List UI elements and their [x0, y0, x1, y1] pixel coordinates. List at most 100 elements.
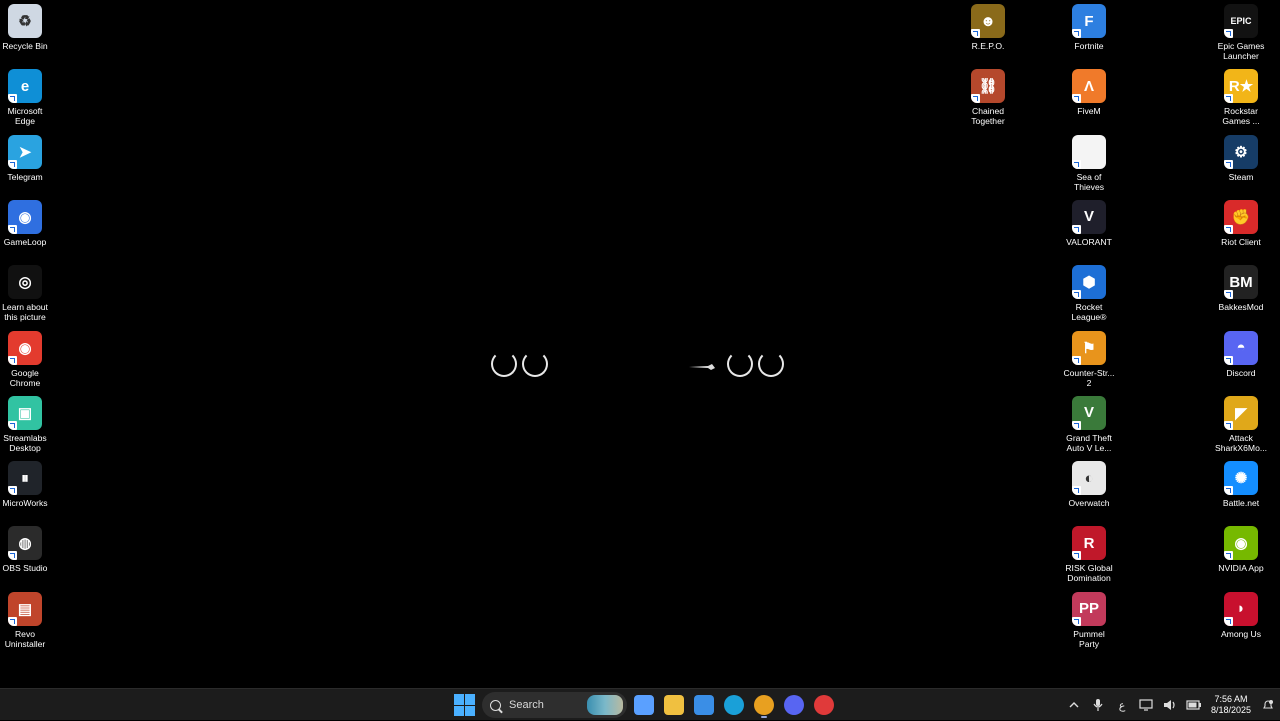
taskbar-app-button[interactable] [781, 692, 807, 718]
edge-icon: e [8, 69, 42, 104]
counter-strike-icon: ⚑ [1072, 330, 1106, 365]
pummel-party-icon: PP [1072, 591, 1106, 626]
recycle-bin-icon: ♻ [8, 4, 42, 38]
rocket-league-icon: ⬢ [1072, 265, 1106, 300]
desktop-icon-label: Microsoft Edge [7, 106, 43, 127]
battlenet-icon: ✺ [1224, 461, 1258, 496]
desktop-icon-label: Streamlabs Desktop [3, 432, 47, 453]
copilot-icon [634, 695, 654, 715]
desktop-icon[interactable]: ➤ Telegram [0, 134, 60, 182]
desktop-icon[interactable]: ☻ R.E.P.O. [953, 4, 1023, 51]
language-indicator[interactable]: ع [1110, 689, 1134, 721]
clock-date: 8/18/2025 [1210, 705, 1252, 715]
file-icon [1072, 134, 1106, 169]
desktop-icon[interactable]: ▤ Revo Uninstaller [0, 591, 60, 649]
discord-icon: ◓ [1224, 330, 1258, 365]
desktop-icon[interactable]: ♻ Recycle Bin [0, 4, 60, 51]
taskbar-app-button[interactable] [691, 692, 717, 718]
desktop-icon-label: Sea of Thieves [1073, 171, 1105, 192]
discord-icon [784, 695, 804, 715]
desktop-icon[interactable]: ◉ NVIDIA App [1206, 526, 1276, 573]
microsoft-store-icon [694, 695, 714, 715]
microphone-icon[interactable] [1086, 689, 1110, 721]
desktop-icon[interactable]: ⬢ Rocket League® [1054, 265, 1124, 322]
desktop-icon[interactable]: F Fortnite [1054, 4, 1124, 51]
shortcut-arrow-icon [1072, 486, 1081, 496]
desktop-icon[interactable]: ◤ Attack SharkX6Mo... [1206, 395, 1276, 453]
desktop-icon[interactable]: BM BakkesMod [1206, 265, 1276, 312]
volume-icon[interactable] [1158, 689, 1182, 721]
desktop-icon[interactable]: V VALORANT [1054, 199, 1124, 247]
search-highlight-icon [587, 695, 623, 715]
desktop-icon[interactable]: ◉ GameLoop [0, 199, 60, 247]
desktop-icon[interactable]: R★ Rockstar Games ... [1206, 69, 1276, 126]
shortcut-arrow-icon [971, 94, 980, 104]
desktop-icon[interactable]: ◐ Overwatch [1054, 461, 1124, 508]
desktop-icon[interactable]: ◉ Google Chrome [0, 330, 60, 388]
search-box[interactable]: Search [482, 692, 627, 718]
desktop-icon[interactable]: PP Pummel Party [1054, 591, 1124, 649]
desktop-icon[interactable]: ◎ Learn about this picture [0, 265, 60, 322]
desktop-icon-label: Pummel Party [1073, 628, 1105, 649]
epic-games-icon: EPIC [1224, 4, 1258, 38]
fortnite-icon: F [1072, 4, 1106, 38]
bakkesmod-icon: BM [1224, 265, 1258, 300]
notification-bell-icon[interactable] [1256, 689, 1280, 721]
desktop-icon[interactable]: ▣ Streamlabs Desktop [0, 395, 60, 453]
chevron-up-icon[interactable] [1062, 689, 1086, 721]
desktop-icon[interactable]: e Microsoft Edge [0, 69, 60, 126]
risk-icon: R [1072, 526, 1106, 561]
desktop-icon-label: Rockstar Games ... [1222, 106, 1260, 127]
desktop-icon-label: R.E.P.O. [971, 41, 1005, 51]
shortcut-arrow-icon [1072, 94, 1081, 104]
desktop-icon-label: Chained Together [971, 106, 1005, 127]
desktop-icon-label: Discord [1226, 367, 1256, 378]
obs-icon: ◍ [8, 526, 42, 561]
taskbar-app-button[interactable] [661, 692, 687, 718]
desktop-icon[interactable]: ◍ OBS Studio [0, 526, 60, 573]
desktop-icon[interactable]: ⛓ Chained Together [953, 69, 1023, 126]
taskbar-app-button[interactable] [631, 692, 657, 718]
desktop-icon[interactable]: ⏸ MicroWorks [0, 461, 60, 508]
shortcut-arrow-icon [1072, 159, 1081, 169]
desktop-icon[interactable]: ✺ Battle.net [1206, 461, 1276, 508]
shortcut-arrow-icon [1072, 355, 1081, 365]
battery-icon[interactable] [1182, 689, 1206, 721]
clock[interactable]: 7:56 AM 8/18/2025 [1206, 694, 1256, 716]
desktop-icon[interactable]: R RISK Global Domination [1054, 526, 1124, 583]
desktop-icon[interactable]: ✊ Riot Client [1206, 199, 1276, 247]
fivem-icon: Λ [1072, 69, 1106, 104]
taskbar-app-button[interactable] [811, 692, 837, 718]
desktop-icon[interactable]: ⚙ Steam [1206, 134, 1276, 182]
desktop-icon[interactable]: ◗ Among Us [1206, 591, 1276, 639]
desktop-icon[interactable]: Λ FiveM [1054, 69, 1124, 116]
desktop-icon-label: VALORANT [1066, 236, 1112, 247]
shortcut-arrow-icon [8, 159, 17, 169]
desktop-icon[interactable]: EPIC Epic Games Launcher [1206, 4, 1276, 61]
desktop-icon[interactable]: Sea of Thieves [1054, 134, 1124, 192]
taskbar-apps: Search [452, 692, 837, 718]
desktop-icon[interactable]: ◓ Discord [1206, 330, 1276, 378]
loading-ring-icon [727, 351, 753, 377]
system-tray: ع 7:56 AM 8/18/2025 [1062, 689, 1280, 721]
desktop-icon-label: BakkesMod [1218, 302, 1264, 313]
desktop-icon-label: Attack SharkX6Mo... [1214, 432, 1268, 453]
desktop-icon-label: Riot Client [1221, 236, 1261, 247]
start-button[interactable] [452, 692, 478, 718]
chrome-icon [754, 695, 774, 715]
loading-spinner [727, 351, 784, 377]
desktop-icon[interactable]: ⚑ Counter-Str... 2 [1054, 330, 1124, 388]
shortcut-arrow-icon [1072, 29, 1081, 38]
taskbar-app-button[interactable] [721, 692, 747, 718]
shortcut-arrow-icon [1224, 290, 1233, 300]
desktop-icon-label: Among Us [1220, 628, 1262, 639]
desktop-icon-label: GameLoop [3, 236, 47, 247]
clock-time: 7:56 AM [1214, 694, 1248, 704]
shortcut-arrow-icon [8, 94, 17, 104]
desktop-icon[interactable]: V Grand Theft Auto V Le... [1054, 395, 1124, 453]
desktop-icon-label: Steam [1228, 171, 1254, 182]
taskbar-app-button[interactable] [751, 692, 777, 718]
shortcut-arrow-icon [1224, 616, 1233, 626]
mouse-cursor-icon [689, 364, 715, 370]
network-icon[interactable] [1134, 689, 1158, 721]
